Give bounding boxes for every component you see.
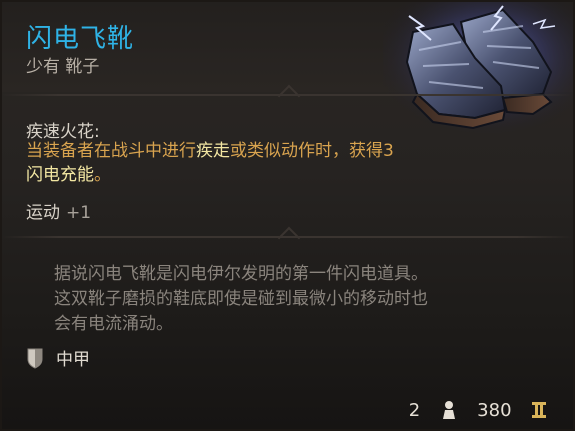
stat-row: 运动 +1 [26, 198, 91, 223]
divider-notch [277, 226, 301, 250]
boots-image [383, 2, 573, 137]
armor-type-label: 中甲 [56, 350, 90, 370]
item-name: 闪电飞靴 [26, 24, 135, 54]
coin-icon [532, 402, 546, 418]
item-tooltip: 闪电飞靴 少有 靴子 疾速火花: 当装备者在战斗中进行疾走或类似动作时，获得3闪… [0, 0, 575, 431]
stat-value: +1 [66, 203, 92, 223]
section-divider [2, 84, 573, 108]
passive-description: 当装备者在战斗中进行疾走或类似动作时，获得3 闪电充能。 [26, 139, 396, 187]
section-divider [2, 226, 573, 250]
flavor-line: 据说闪电飞靴是闪电伊尔发明的第一件闪电道具。 [54, 264, 428, 284]
item-footer: 2 380 [409, 399, 547, 421]
flavor-line: 会有电流涌动。 [54, 314, 173, 334]
item-rarity-type: 少有 靴子 [26, 57, 100, 77]
weight-icon [442, 401, 455, 419]
passive-desc-text: 或类似动作时，获得3 [230, 141, 394, 161]
passive-desc-text: 。 [94, 165, 111, 185]
passive-desc-text: 当装备者在战斗中进行 [26, 141, 196, 161]
passive-keyword-dash[interactable]: 疾走 [196, 141, 230, 161]
shield-icon [27, 348, 43, 369]
flavor-text: 据说闪电飞靴是闪电伊尔发明的第一件闪电道具。 这双靴子磨损的鞋底即使是碰到最微小… [54, 262, 544, 337]
stat-name: 运动 [26, 203, 60, 223]
gold-value: 380 [477, 399, 512, 421]
flavor-line: 这双靴子磨损的鞋底即使是碰到最微小的移动时也 [54, 289, 428, 309]
passive-keyword-charge[interactable]: 闪电充能 [26, 165, 94, 185]
weight-value: 2 [408, 399, 421, 421]
